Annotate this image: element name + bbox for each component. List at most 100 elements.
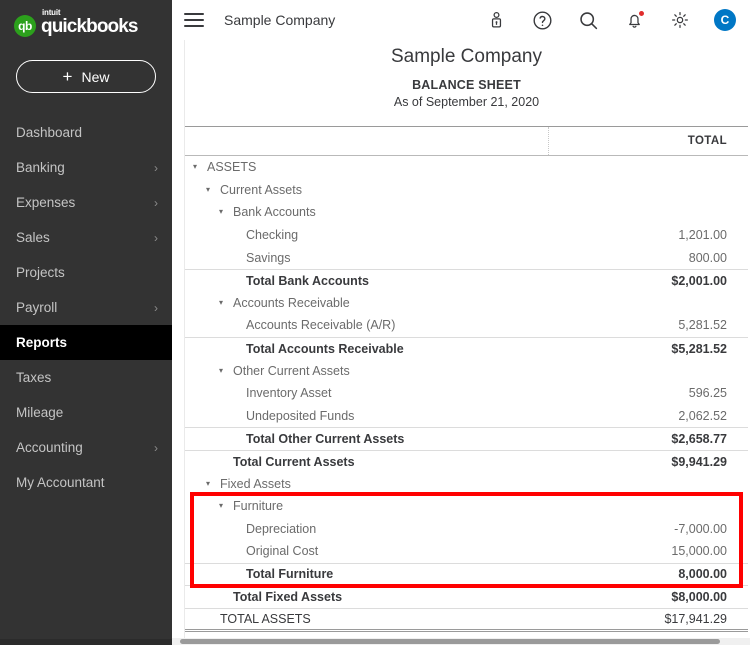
collapse-caret-icon[interactable]: ▾ (219, 299, 230, 307)
row-label-cell: Undeposited Funds (185, 409, 354, 423)
top-bar-icons: C (484, 8, 736, 32)
row-label: Total Furniture (246, 567, 333, 581)
chevron-right-icon: › (154, 442, 158, 454)
collapse-caret-icon[interactable]: ▾ (219, 367, 230, 375)
row-amount: -7,000.00 (674, 522, 748, 536)
table-row[interactable]: TOTAL ASSETS $17,941.29 (185, 608, 748, 632)
sidebar-item-label: Projects (16, 265, 158, 280)
table-row[interactable]: ▾Accounts Receivable (185, 292, 748, 315)
row-label: Bank Accounts (233, 205, 316, 219)
avatar[interactable]: C (714, 9, 736, 31)
row-label: Original Cost (246, 544, 318, 558)
row-amount: $9,941.29 (671, 455, 748, 469)
table-row[interactable]: Inventory Asset596.25 (185, 382, 748, 405)
row-label: Accounts Receivable (A/R) (246, 318, 395, 332)
table-row[interactable]: Depreciation -7,000.00 (185, 518, 748, 541)
row-amount: $2,001.00 (671, 274, 748, 288)
chevron-right-icon: › (154, 232, 158, 244)
row-amount: 15,000.00 (671, 544, 748, 558)
help-circle-icon[interactable] (530, 8, 554, 32)
table-row[interactable]: Accounts Receivable (A/R) 5,281.52 (185, 314, 748, 337)
sidebar-item-expenses[interactable]: Expenses› (0, 185, 172, 220)
collapse-caret-icon[interactable]: ▾ (206, 480, 217, 488)
sidebar-item-label: My Accountant (16, 475, 158, 490)
top-bar: Sample Company (172, 0, 750, 40)
table-row[interactable]: Checking1,201.00 (185, 224, 748, 247)
table-row[interactable]: Total Accounts Receivable$5,281.52 (185, 337, 748, 360)
chevron-right-icon: › (154, 162, 158, 174)
row-label-cell: ▾Current Assets (185, 183, 302, 197)
row-amount: 8,000.00 (678, 567, 748, 581)
table-row[interactable]: ▾Other Current Assets (185, 359, 748, 382)
sidebar-item-label: Accounting (16, 440, 154, 455)
table-row[interactable]: Total Other Current Assets $2,658.77 (185, 427, 748, 450)
settings-gear-icon[interactable] (668, 8, 692, 32)
row-label-cell: ▾ASSETS (185, 160, 256, 174)
row-label-cell: Total Furniture (185, 567, 333, 581)
row-amount: 5,281.52 (678, 318, 748, 332)
table-row[interactable]: ▾ASSETS (185, 156, 748, 179)
table-row[interactable]: Original Cost 15,000.00 (185, 540, 748, 563)
row-amount: $8,000.00 (671, 590, 748, 604)
table-row[interactable]: ▾Bank Accounts (185, 201, 748, 224)
company-name: Sample Company (224, 12, 335, 28)
collapse-caret-icon[interactable]: ▾ (193, 163, 204, 171)
search-icon[interactable] (576, 8, 600, 32)
intuit-label: intuit (42, 8, 60, 17)
sidebar-item-projects[interactable]: Projects (0, 255, 172, 290)
report-company-title: Sample Company (185, 40, 748, 68)
table-row[interactable]: Total Fixed Assets $8,000.00 (185, 585, 748, 608)
horizontal-scrollbar[interactable] (172, 638, 750, 645)
table-row[interactable]: Total Current Assets$9,941.29 (185, 450, 748, 473)
column-divider (548, 127, 549, 155)
total-column-header: TOTAL (688, 135, 748, 147)
row-amount: $17,941.29 (664, 612, 748, 626)
row-amount: $2,658.77 (671, 432, 748, 446)
report-as-of-date: As of September 21, 2020 (185, 92, 748, 109)
sidebar-item-my-accountant[interactable]: My Accountant (0, 465, 172, 500)
sidebar-item-sales[interactable]: Sales› (0, 220, 172, 255)
table-row[interactable]: Total Furniture 8,000.00 (185, 563, 748, 586)
row-label: Total Fixed Assets (233, 590, 342, 604)
table-row[interactable]: ▾Current Assets (185, 179, 748, 202)
scrollbar-thumb[interactable] (180, 639, 720, 644)
table-row[interactable]: ▾Furniture (185, 495, 748, 518)
sidebar-item-reports[interactable]: Reports (0, 325, 172, 360)
row-label-cell: TOTAL ASSETS (185, 612, 311, 626)
brand-wordmark: intuit quickbooks (41, 17, 138, 36)
sidebar-item-dashboard[interactable]: Dashboard (0, 115, 172, 150)
row-label-cell: ▾Accounts Receivable (185, 296, 350, 310)
sidebar-item-accounting[interactable]: Accounting› (0, 430, 172, 465)
hamburger-menu-icon[interactable] (184, 13, 204, 27)
row-label-cell: Depreciation (185, 522, 316, 536)
sidebar-item-mileage[interactable]: Mileage (0, 395, 172, 430)
table-row[interactable]: Savings800.00 (185, 246, 748, 269)
brand-logo[interactable]: qb intuit quickbooks (0, 0, 172, 40)
report-left-gutter (172, 40, 185, 645)
table-row[interactable]: ▾Fixed Assets (185, 472, 748, 495)
sidebar-item-label: Sales (16, 230, 154, 245)
row-label: Total Accounts Receivable (246, 342, 404, 356)
row-label-cell: Accounts Receivable (A/R) (185, 318, 395, 332)
row-label: Total Other Current Assets (246, 432, 404, 446)
user-profile-icon[interactable] (484, 8, 508, 32)
row-label-cell: ▾Fixed Assets (185, 477, 291, 491)
sidebar-item-banking[interactable]: Banking› (0, 150, 172, 185)
sidebar-item-label: Taxes (16, 370, 158, 385)
row-label-cell: ▾Bank Accounts (185, 205, 316, 219)
row-label: Accounts Receivable (233, 296, 350, 310)
sidebar-item-payroll[interactable]: Payroll› (0, 290, 172, 325)
collapse-caret-icon[interactable]: ▾ (219, 208, 230, 216)
new-button[interactable]: + New (16, 60, 156, 93)
table-row[interactable]: Undeposited Funds2,062.52 (185, 405, 748, 428)
notification-bell-icon[interactable] (622, 8, 646, 32)
quickbooks-logo-icon: qb (14, 15, 36, 37)
collapse-caret-icon[interactable]: ▾ (219, 502, 230, 510)
table-row[interactable]: Total Bank Accounts$2,001.00 (185, 269, 748, 292)
sidebar-item-label: Payroll (16, 300, 154, 315)
row-label: Savings (246, 251, 290, 265)
collapse-caret-icon[interactable]: ▾ (206, 186, 217, 194)
report-name: BALANCE SHEET (185, 68, 748, 92)
sidebar-item-taxes[interactable]: Taxes (0, 360, 172, 395)
chevron-right-icon: › (154, 302, 158, 314)
